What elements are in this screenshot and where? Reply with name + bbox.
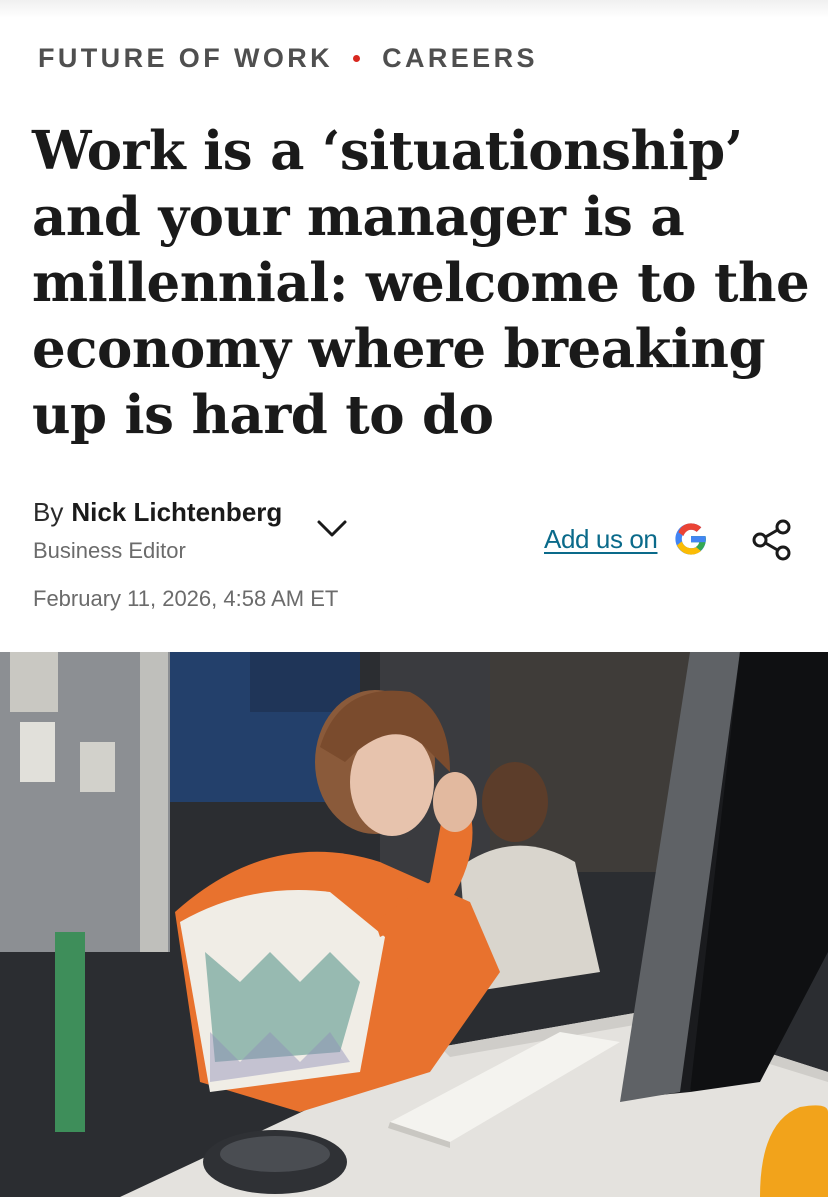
eyebrow: FUTURE OF WORK CAREERS: [38, 40, 538, 76]
hero-photo-illustration: [0, 652, 828, 1197]
add-us-on-google-link[interactable]: Add us on: [544, 522, 708, 556]
section-link[interactable]: FUTURE OF WORK: [38, 43, 333, 74]
eyebrow-separator-dot: [353, 54, 361, 62]
hero-photo: [0, 652, 828, 1197]
author-link[interactable]: Nick Lichtenberg: [71, 497, 282, 528]
author-role: Business Editor: [33, 538, 186, 563]
add-us-label: Add us on: [544, 523, 658, 554]
publish-date: February 11, 2026, 4:58 AM ET: [33, 586, 339, 611]
byline-prefix: By: [33, 497, 64, 527]
article-headline: Work is a ‘situationship’ and your manag…: [32, 120, 810, 446]
share-icon[interactable]: [750, 518, 794, 562]
topic-link[interactable]: CAREERS: [382, 43, 538, 74]
top-bar-shadow: [0, 0, 828, 18]
google-g-icon: [674, 523, 706, 555]
byline: By Nick Lichtenberg: [33, 497, 282, 528]
chevron-down-icon[interactable]: [316, 518, 348, 540]
